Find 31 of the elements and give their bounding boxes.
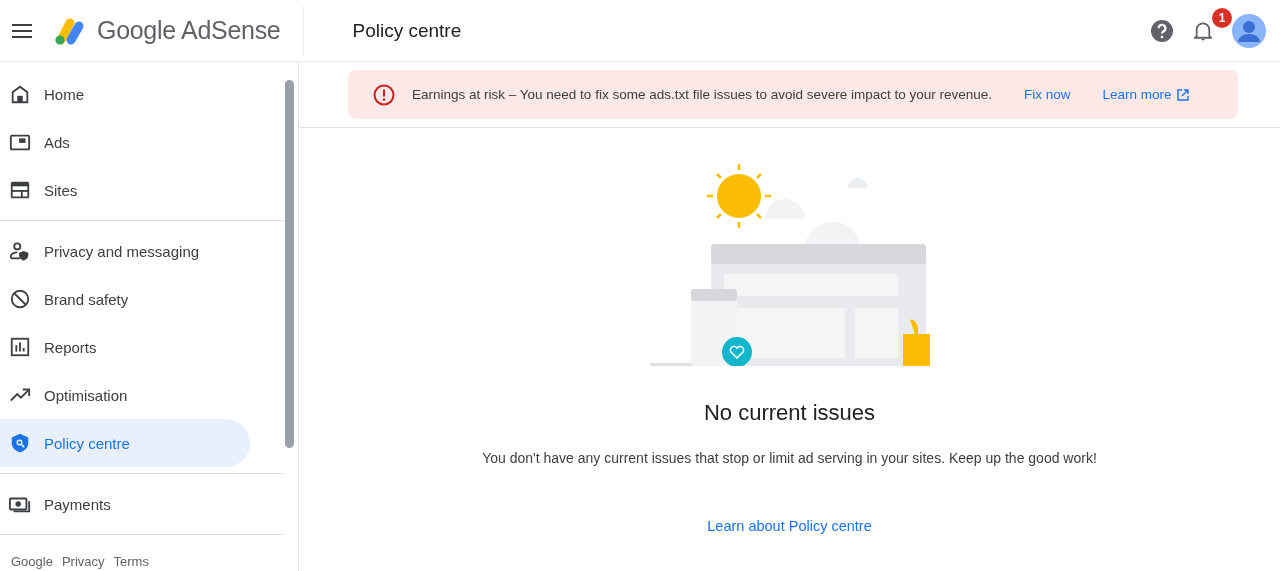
nav-item[interactable]: Privacy and messaging bbox=[0, 227, 250, 275]
footer-link[interactable]: Google bbox=[11, 554, 53, 570]
nav-item[interactable]: Optimisation bbox=[0, 371, 250, 419]
alert-message: Earnings at risk – You need to fix some ads.txt file issues to avoid severe impact to your revenue. bbox=[412, 87, 993, 102]
home-icon bbox=[9, 83, 31, 105]
avatar-icon[interactable] bbox=[1232, 13, 1266, 48]
empty-state-message: You don't have any current issues that stop or limit ad serving in your sites. Keep up the good work! bbox=[482, 450, 1097, 466]
brand-name: Google AdSense bbox=[97, 16, 281, 45]
empty-state-title: No current issues bbox=[703, 400, 876, 426]
nav-item[interactable]: Policy centre bbox=[0, 419, 250, 467]
sites-icon bbox=[9, 179, 31, 201]
alert-link[interactable]: Fix now bbox=[1024, 87, 1071, 102]
privacy-icon bbox=[9, 240, 31, 262]
nav-item[interactable]: Sites bbox=[0, 166, 250, 214]
alert-link[interactable]: Learn more bbox=[1102, 87, 1189, 102]
nav-item[interactable]: Ads bbox=[0, 118, 250, 166]
footer-link[interactable]: Terms bbox=[113, 554, 149, 570]
error-icon bbox=[373, 83, 395, 106]
learn-link[interactable]: Learn about Policy centre bbox=[707, 518, 872, 534]
shield-icon bbox=[9, 432, 31, 454]
help-icon[interactable] bbox=[1150, 18, 1174, 43]
nav-item[interactable]: Reports bbox=[0, 323, 250, 371]
reports-icon bbox=[9, 336, 31, 358]
nav-item[interactable]: Payments bbox=[0, 480, 250, 528]
nav-item[interactable]: Home bbox=[0, 70, 250, 118]
notification-badge: 1 bbox=[1212, 7, 1232, 28]
block-icon bbox=[9, 288, 31, 310]
nav-item[interactable]: Brand safety bbox=[0, 275, 250, 323]
footer-link[interactable]: Privacy bbox=[61, 554, 105, 570]
external-link-icon bbox=[1176, 88, 1189, 101]
page-title: Policy centre bbox=[352, 19, 462, 42]
